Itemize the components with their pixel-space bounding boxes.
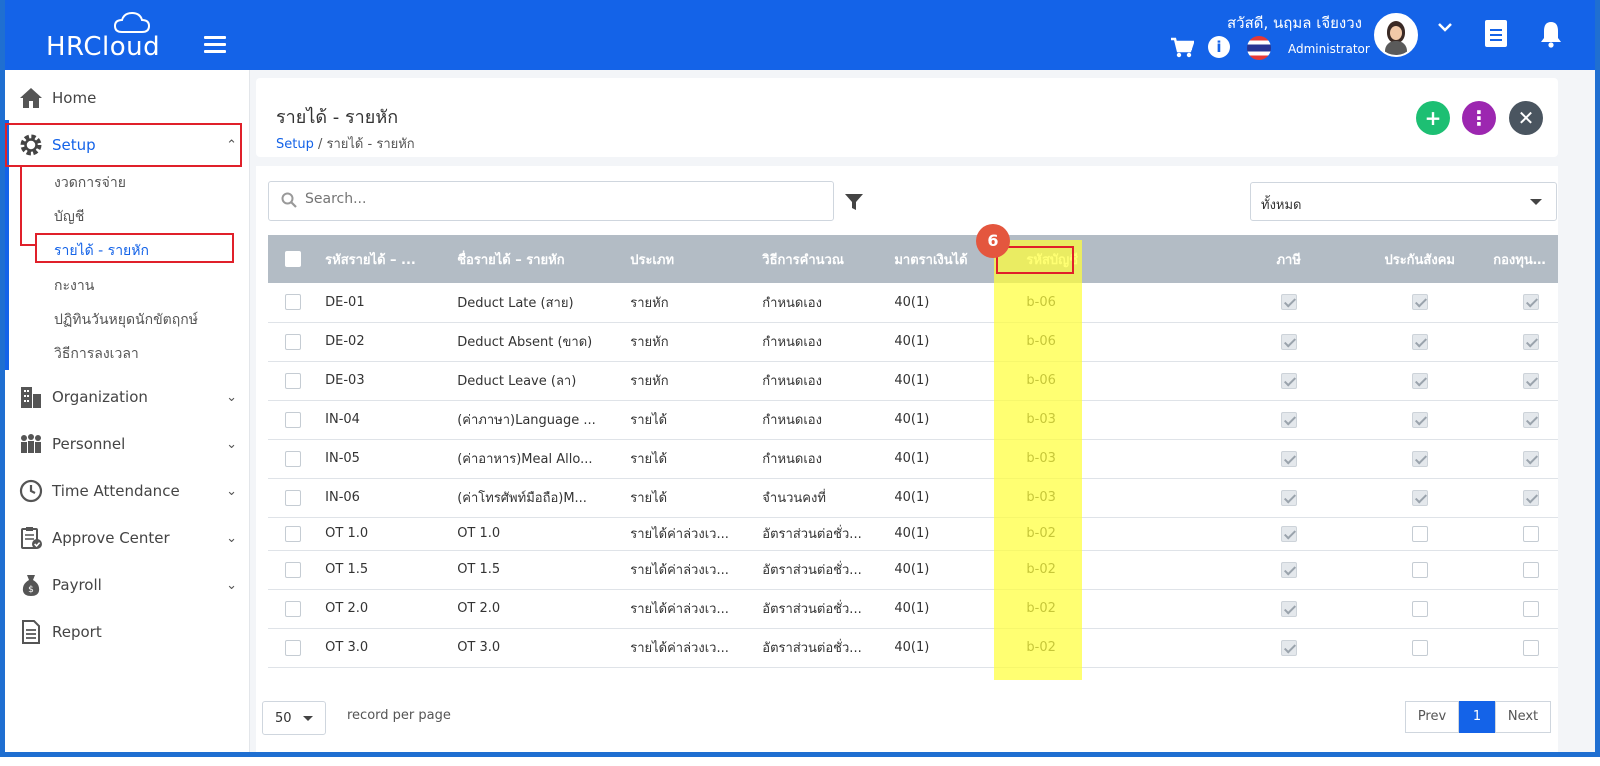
window-frame [0,0,1600,757]
